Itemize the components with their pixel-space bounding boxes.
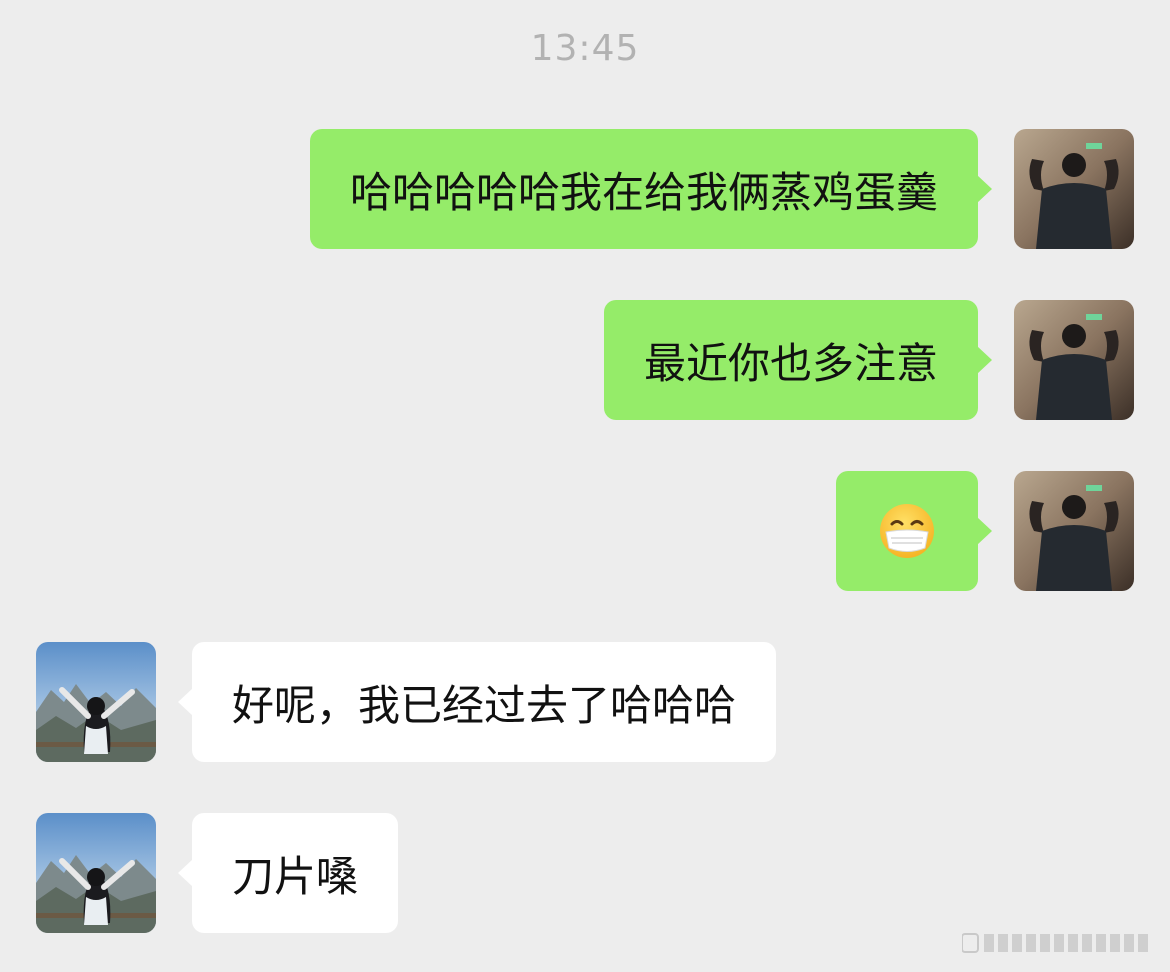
- contact-avatar[interactable]: [36, 813, 156, 933]
- my-avatar[interactable]: [1014, 129, 1134, 249]
- watermark-icon: [962, 933, 1148, 953]
- contact-avatar[interactable]: [36, 642, 156, 762]
- message-text: 最近你也多注意: [643, 338, 938, 388]
- message-bubble-sent[interactable]: 最近你也多注意: [603, 300, 993, 420]
- message-bubble-received[interactable]: 好呢，我已经过去了哈哈哈: [177, 642, 777, 762]
- avatar-mountain-person-icon: [36, 642, 156, 762]
- chat-window: 13:45 哈哈哈哈哈我在给我俩蒸鸡蛋羹 最近你也多注意 好呢，我已经过去了哈哈…: [0, 0, 1170, 972]
- message-text: 哈哈哈哈哈我在给我俩蒸鸡蛋羹: [349, 167, 938, 217]
- avatar-person-back-icon: [1014, 471, 1134, 591]
- message-text: 好呢，我已经过去了哈哈哈: [232, 680, 737, 730]
- my-avatar[interactable]: [1014, 471, 1134, 591]
- message-bubble-sent[interactable]: [836, 471, 992, 591]
- message-text: 刀片嗓: [232, 851, 359, 901]
- avatar-person-back-icon: [1014, 300, 1134, 420]
- message-bubble-received[interactable]: 刀片嗓: [177, 813, 399, 933]
- my-avatar[interactable]: [1014, 300, 1134, 420]
- avatar-person-back-icon: [1014, 129, 1134, 249]
- face-with-medical-mask-emoji: [880, 504, 934, 558]
- avatar-mountain-person-icon: [36, 813, 156, 933]
- message-timestamp: 13:45: [530, 28, 640, 69]
- message-bubble-sent[interactable]: 哈哈哈哈哈我在给我俩蒸鸡蛋羹: [309, 129, 993, 249]
